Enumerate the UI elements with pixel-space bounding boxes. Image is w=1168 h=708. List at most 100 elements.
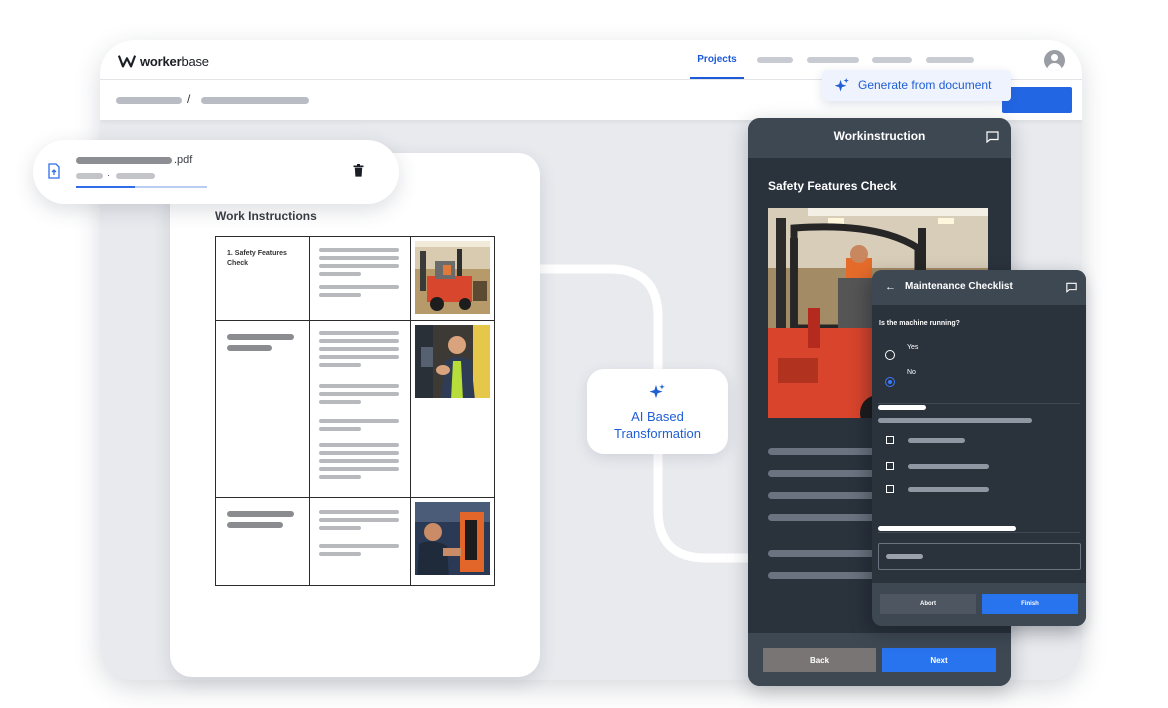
section-subtitle-placeholder (878, 418, 1032, 423)
file-status-placeholder (116, 173, 155, 179)
table-divider (309, 237, 310, 585)
comment-icon[interactable] (1066, 282, 1077, 293)
step-title-placeholder (227, 334, 294, 340)
text-line-placeholder (319, 467, 399, 471)
text-line-placeholder (319, 400, 361, 404)
text-line-placeholder (319, 331, 399, 335)
ai-transformation-label: AI Based Transformation (614, 409, 701, 441)
uploaded-file-card[interactable]: .pdf · (33, 140, 399, 204)
generate-label: Generate from document (858, 78, 992, 92)
text-line-placeholder (319, 363, 361, 367)
workerbase-logo-icon (118, 55, 136, 68)
checklist-footer: Abort Finish (872, 583, 1086, 626)
text-line-placeholder (319, 443, 399, 447)
source-document: Work Instructions 1. Safety Features Che… (170, 153, 540, 677)
text-line-placeholder (319, 256, 399, 260)
nav-tab-placeholder[interactable] (757, 57, 793, 63)
radio-label-yes: Yes (907, 344, 919, 351)
checkbox[interactable] (886, 462, 894, 470)
workerbase-logo[interactable]: workerbase (118, 52, 209, 70)
text-line-placeholder (768, 470, 883, 477)
upload-progress-fill (76, 186, 135, 188)
comment-icon[interactable] (986, 131, 999, 143)
file-extension: .pdf (174, 154, 193, 166)
checkbox-label-placeholder (908, 438, 965, 443)
workinstruction-header: Workinstruction (748, 118, 1011, 158)
next-button[interactable]: Next (882, 648, 996, 672)
text-line-placeholder (319, 419, 399, 423)
nav-tab-placeholder[interactable] (807, 57, 859, 63)
file-upload-icon (48, 163, 60, 179)
sparkle-icon (649, 384, 665, 399)
text-line-placeholder (319, 347, 399, 351)
brand-name: workerbase (140, 53, 209, 69)
meta-separator: · (107, 170, 110, 180)
step-title-placeholder (227, 522, 283, 528)
primary-action-button[interactable] (1002, 87, 1072, 113)
breadcrumb-item[interactable] (116, 97, 182, 104)
breadcrumb-separator: / (187, 92, 191, 106)
text-line-placeholder (319, 518, 399, 522)
text-line-placeholder (319, 475, 361, 479)
checklist-question: Is the machine running? (879, 320, 960, 327)
section-heading-placeholder (878, 405, 926, 410)
text-line-placeholder (319, 355, 399, 359)
abort-button[interactable]: Abort (880, 594, 976, 614)
trash-icon[interactable] (353, 164, 364, 177)
divider (878, 403, 1080, 404)
section-title: Safety Features Check (768, 179, 897, 193)
radio-yes[interactable] (885, 350, 895, 360)
text-line-placeholder (319, 264, 399, 268)
text-line-placeholder (319, 544, 399, 548)
nav-tab-projects[interactable]: Projects (690, 40, 744, 79)
back-arrow-icon[interactable]: ← (885, 281, 896, 293)
divider (878, 532, 1080, 533)
step-title-placeholder (227, 345, 272, 351)
text-line-placeholder (768, 514, 883, 521)
maintenance-checklist-panel: ← Maintenance Checklist Is the machine r… (872, 270, 1086, 626)
back-button[interactable]: Back (763, 648, 876, 672)
checkbox-label-placeholder (908, 464, 989, 469)
forklift-photo (415, 241, 490, 314)
user-avatar[interactable] (1044, 50, 1065, 71)
workinstruction-title: Workinstruction (833, 129, 926, 143)
text-line-placeholder (319, 248, 399, 252)
table-divider (410, 237, 411, 585)
text-input-field[interactable] (878, 543, 1081, 570)
text-line-placeholder (319, 339, 399, 343)
text-line-placeholder (319, 384, 399, 388)
text-line-placeholder (768, 448, 883, 455)
technician-photo (415, 325, 490, 398)
breadcrumb-item[interactable] (201, 97, 309, 104)
sparkle-icon (834, 77, 849, 92)
upload-progress-bar (76, 186, 207, 188)
checklist-header: ← Maintenance Checklist (872, 270, 1086, 305)
table-divider (216, 320, 494, 321)
text-line-placeholder (319, 459, 399, 463)
text-line-placeholder (319, 272, 361, 276)
text-line-placeholder (319, 526, 361, 530)
stage: workerbase Projects / Work Instructions (0, 0, 1168, 708)
checkbox[interactable] (886, 436, 894, 444)
nav-tab-placeholder[interactable] (926, 57, 974, 63)
document-title: Work Instructions (215, 209, 317, 223)
repair-photo (415, 502, 490, 575)
finish-button[interactable]: Finish (982, 594, 1078, 614)
text-line-placeholder (768, 492, 883, 499)
text-line-placeholder (319, 427, 361, 431)
section-heading-placeholder (878, 526, 1016, 531)
text-line-placeholder (319, 552, 361, 556)
nav-tab-placeholder[interactable] (872, 57, 912, 63)
text-line-placeholder (319, 510, 399, 514)
generate-from-document-button[interactable]: Generate from document (822, 70, 1011, 101)
text-line-placeholder (319, 392, 399, 396)
table-divider (216, 497, 494, 498)
radio-no[interactable] (885, 377, 895, 387)
input-placeholder (886, 554, 923, 559)
step-title-placeholder (227, 511, 294, 517)
ai-transformation-card: AI Based Transformation (587, 369, 728, 454)
text-line-placeholder (768, 550, 883, 557)
radio-label-no: No (907, 369, 916, 376)
text-line-placeholder (319, 285, 399, 289)
checkbox[interactable] (886, 485, 894, 493)
